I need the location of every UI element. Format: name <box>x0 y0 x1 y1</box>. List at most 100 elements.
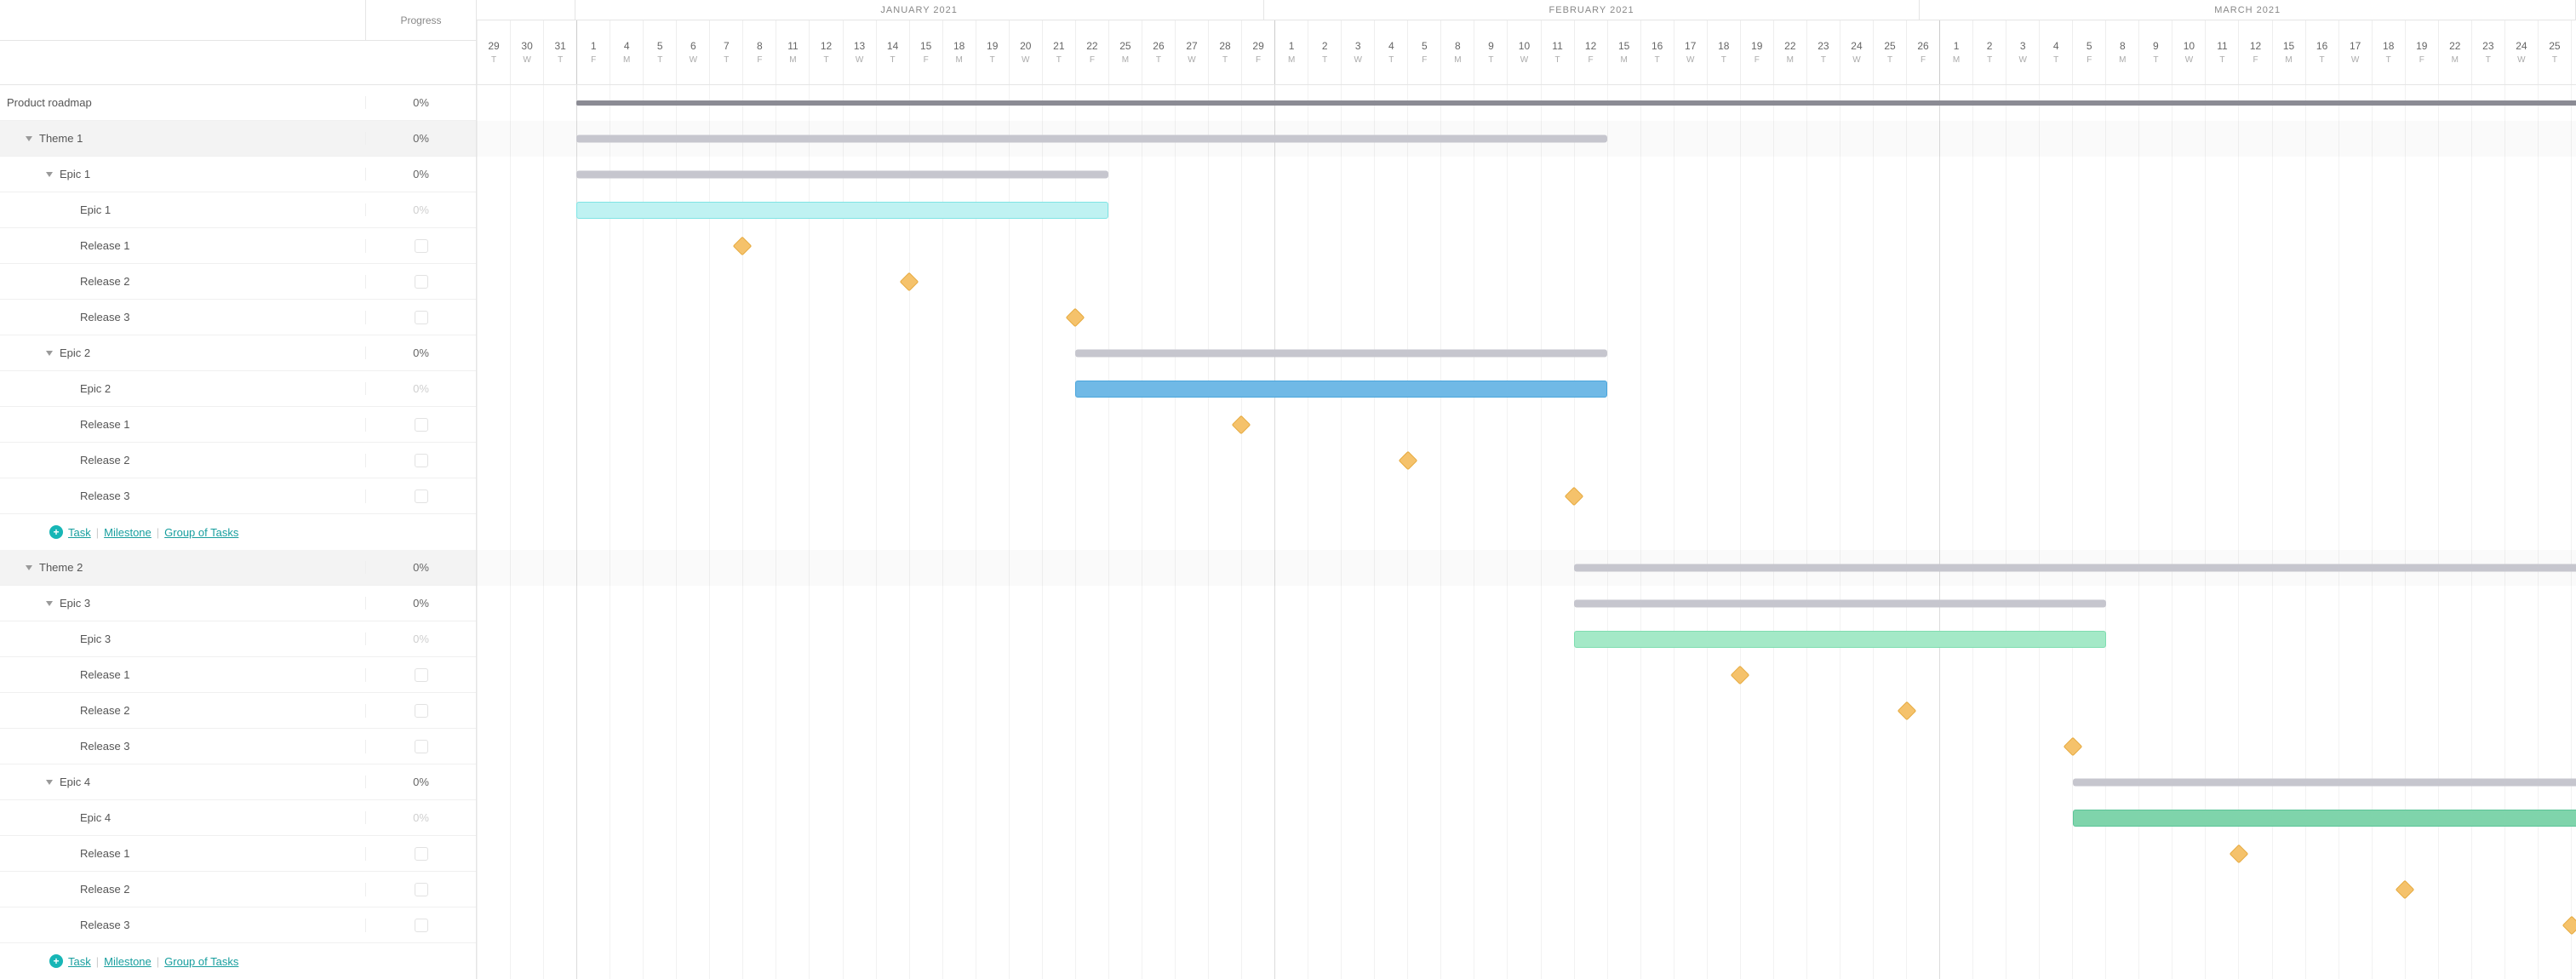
task-bar[interactable] <box>1075 381 1607 398</box>
add-milestone-link[interactable]: Milestone <box>104 955 152 968</box>
milestone-diamond-icon[interactable] <box>2230 844 2249 864</box>
row-name[interactable]: Release 3 <box>0 311 365 323</box>
milestone-diamond-icon[interactable] <box>2396 880 2415 900</box>
ms-row[interactable]: Release 2 <box>0 443 476 478</box>
plus-icon[interactable]: + <box>49 954 63 968</box>
root-bar[interactable] <box>576 100 2576 106</box>
epic-row[interactable]: Epic 30% <box>0 586 476 621</box>
progress-cell[interactable] <box>365 847 476 861</box>
progress-cell[interactable] <box>365 883 476 896</box>
ms-row[interactable]: Release 3 <box>0 478 476 514</box>
progress-cell[interactable] <box>365 311 476 324</box>
expand-caret-icon[interactable] <box>46 351 53 356</box>
row-name[interactable]: Release 2 <box>0 454 365 467</box>
task-bar[interactable] <box>2073 810 2576 827</box>
progress-cell[interactable]: 0% <box>365 203 476 216</box>
ms-row[interactable]: Release 3 <box>0 907 476 943</box>
theme-row[interactable]: Theme 10% <box>0 121 476 157</box>
row-name[interactable]: Release 2 <box>0 704 365 717</box>
milestone-checkbox[interactable] <box>415 275 428 289</box>
task-bar[interactable] <box>576 202 1108 219</box>
expand-caret-icon[interactable] <box>46 601 53 606</box>
progress-cell[interactable]: 0% <box>365 633 476 645</box>
row-name[interactable]: Release 3 <box>0 919 365 931</box>
row-name[interactable]: Epic 4 <box>0 776 365 788</box>
row-name[interactable]: Release 1 <box>0 847 365 860</box>
milestone-diamond-icon[interactable] <box>1731 666 1750 685</box>
milestone-checkbox[interactable] <box>415 919 428 932</box>
root-row[interactable]: Product roadmap0% <box>0 85 476 121</box>
task-bar[interactable] <box>1574 631 2106 648</box>
row-name[interactable]: Release 1 <box>0 239 365 252</box>
row-name[interactable]: Release 2 <box>0 883 365 896</box>
timeline-panel[interactable]: JANUARY 2021FEBRUARY 2021MARCH 2021 29T3… <box>477 0 2576 979</box>
group-bar[interactable] <box>576 171 1108 179</box>
milestone-diamond-icon[interactable] <box>2562 916 2576 936</box>
epic-row[interactable]: Epic 20% <box>0 335 476 371</box>
progress-cell[interactable] <box>365 239 476 253</box>
progress-cell[interactable] <box>365 668 476 682</box>
ms-row[interactable]: Release 2 <box>0 264 476 300</box>
milestone-diamond-icon[interactable] <box>1897 701 1916 721</box>
progress-cell[interactable]: 0% <box>365 776 476 788</box>
add-task-link[interactable]: Task <box>68 955 91 968</box>
milestone-diamond-icon[interactable] <box>1232 415 1251 435</box>
progress-cell[interactable]: 0% <box>365 132 476 145</box>
group-bar[interactable] <box>1574 600 2106 608</box>
milestone-checkbox[interactable] <box>415 418 428 432</box>
milestone-checkbox[interactable] <box>415 490 428 503</box>
task-row[interactable]: Epic 10% <box>0 192 476 228</box>
row-name[interactable]: Release 2 <box>0 275 365 288</box>
ms-row[interactable]: Release 2 <box>0 693 476 729</box>
progress-cell[interactable] <box>365 919 476 932</box>
milestone-checkbox[interactable] <box>415 883 428 896</box>
add-group-link[interactable]: Group of Tasks <box>164 955 238 968</box>
add-task-link[interactable]: Task <box>68 526 91 539</box>
expand-caret-icon[interactable] <box>46 172 53 177</box>
progress-cell[interactable]: 0% <box>365 382 476 395</box>
ms-row[interactable]: Release 1 <box>0 657 476 693</box>
milestone-checkbox[interactable] <box>415 454 428 467</box>
plus-icon[interactable]: + <box>49 525 63 539</box>
milestone-diamond-icon[interactable] <box>1066 308 1085 328</box>
add-group-link[interactable]: Group of Tasks <box>164 526 238 539</box>
add-milestone-link[interactable]: Milestone <box>104 526 152 539</box>
milestone-checkbox[interactable] <box>415 311 428 324</box>
progress-cell[interactable] <box>365 275 476 289</box>
summary-bar[interactable] <box>1574 564 2576 572</box>
summary-bar[interactable] <box>576 135 1607 143</box>
progress-cell[interactable] <box>365 704 476 718</box>
epic-row[interactable]: Epic 40% <box>0 764 476 800</box>
row-name[interactable]: Epic 2 <box>0 382 365 395</box>
milestone-diamond-icon[interactable] <box>2064 737 2083 757</box>
row-name[interactable]: Theme 1 <box>0 132 365 145</box>
milestone-diamond-icon[interactable] <box>1398 451 1417 471</box>
row-name[interactable]: Epic 3 <box>0 597 365 610</box>
group-bar[interactable] <box>2073 779 2576 787</box>
ms-row[interactable]: Release 1 <box>0 407 476 443</box>
ms-row[interactable]: Release 1 <box>0 228 476 264</box>
progress-cell[interactable]: 0% <box>365 561 476 574</box>
progress-cell[interactable] <box>365 740 476 753</box>
milestone-checkbox[interactable] <box>415 740 428 753</box>
progress-cell[interactable]: 0% <box>365 811 476 824</box>
progress-cell[interactable] <box>365 418 476 432</box>
row-name[interactable]: Theme 2 <box>0 561 365 574</box>
task-row[interactable]: Epic 30% <box>0 621 476 657</box>
progress-cell[interactable]: 0% <box>365 346 476 359</box>
expand-caret-icon[interactable] <box>46 780 53 785</box>
group-bar[interactable] <box>1075 350 1607 358</box>
milestone-checkbox[interactable] <box>415 847 428 861</box>
task-row[interactable]: Epic 40% <box>0 800 476 836</box>
row-name[interactable]: Epic 3 <box>0 633 365 645</box>
progress-cell[interactable]: 0% <box>365 597 476 610</box>
row-name[interactable]: Release 3 <box>0 490 365 502</box>
progress-cell[interactable]: 0% <box>365 168 476 180</box>
expand-caret-icon[interactable] <box>26 136 32 141</box>
milestone-diamond-icon[interactable] <box>733 237 753 256</box>
row-name[interactable]: Epic 4 <box>0 811 365 824</box>
row-name[interactable]: Release 3 <box>0 740 365 753</box>
progress-cell[interactable] <box>365 490 476 503</box>
ms-row[interactable]: Release 3 <box>0 729 476 764</box>
theme-row[interactable]: Theme 20% <box>0 550 476 586</box>
